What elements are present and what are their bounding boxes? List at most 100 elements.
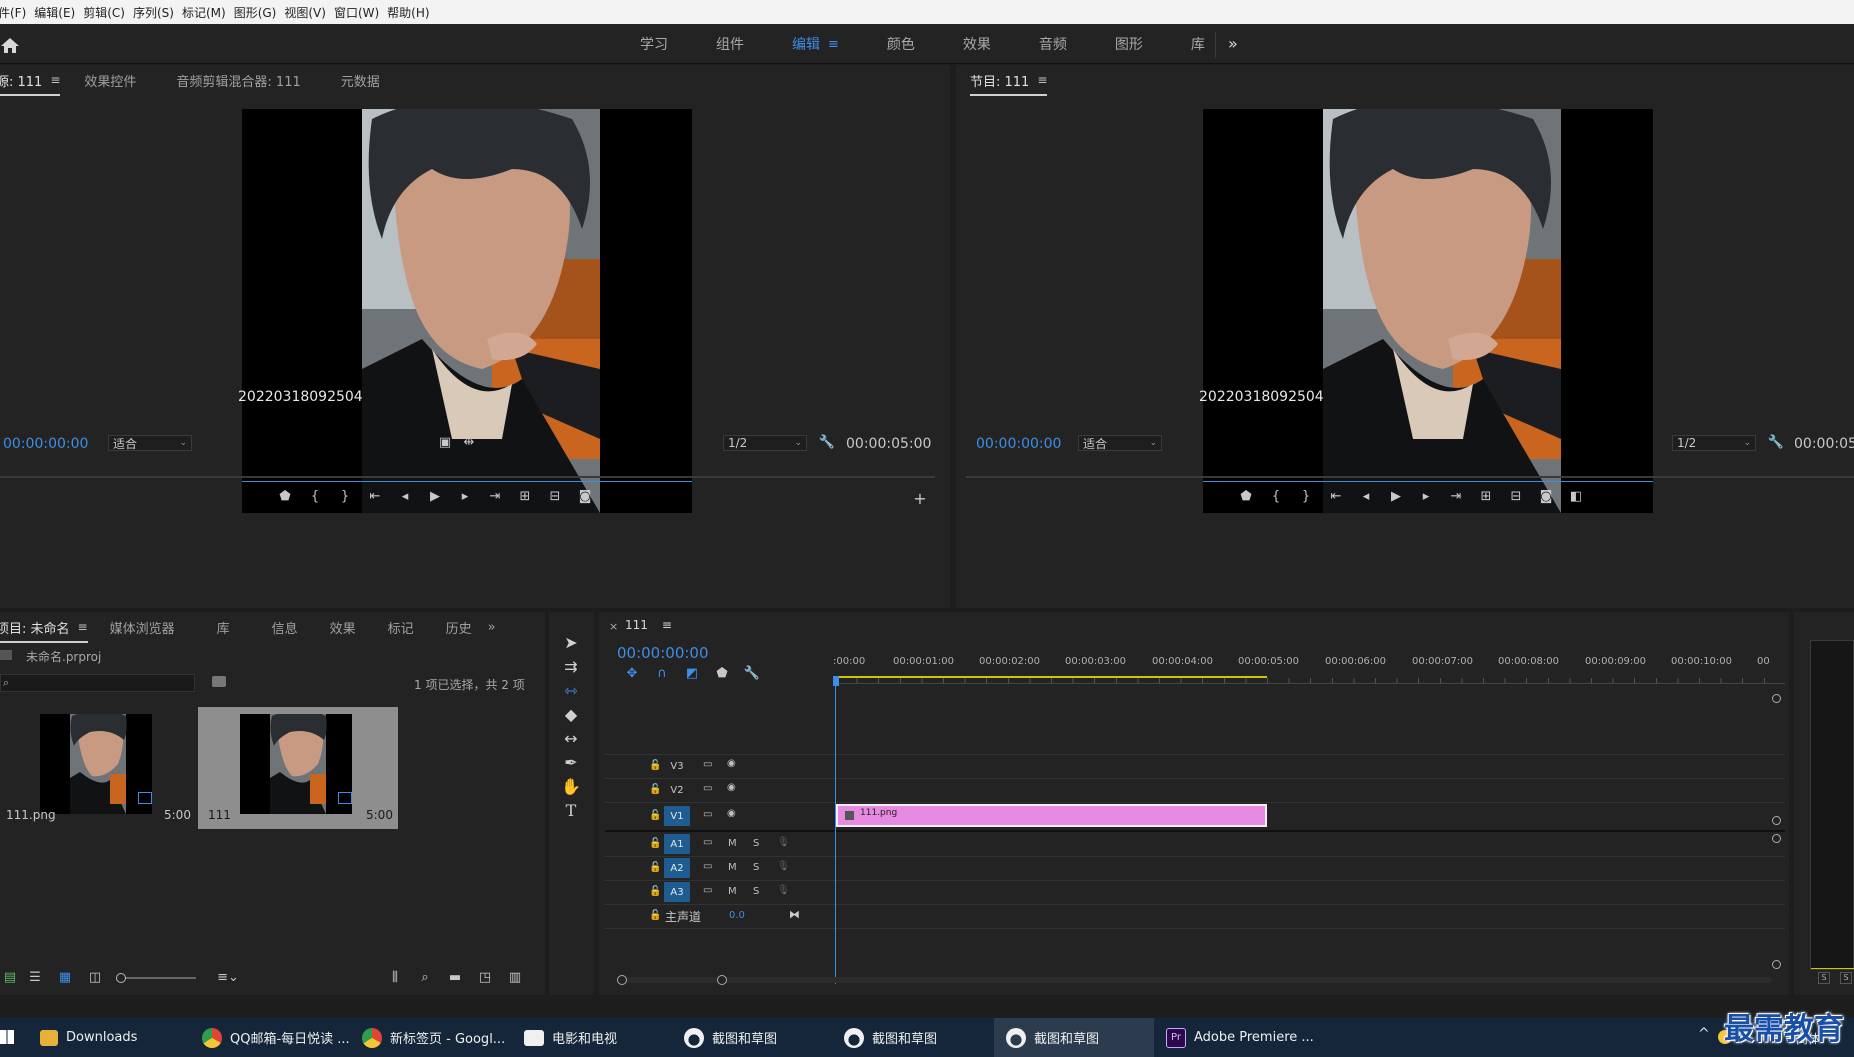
lock-icon[interactable]: ▤ bbox=[0, 970, 20, 985]
workspace-color[interactable]: 颜色 bbox=[887, 34, 915, 54]
hamburger-icon[interactable]: ≡ bbox=[50, 73, 60, 87]
scrollbar-handle[interactable] bbox=[1772, 960, 1781, 969]
sync-lock-icon[interactable]: ▭ bbox=[703, 837, 712, 848]
go-to-out-icon[interactable]: ⇥ bbox=[480, 489, 510, 504]
hamburger-icon[interactable]: ≡ bbox=[828, 37, 839, 52]
taskbar-item-chrome-newtab[interactable]: 新标签页 - Googl... bbox=[362, 1018, 512, 1057]
find-icon[interactable]: ⌕ bbox=[410, 970, 440, 985]
search-input[interactable]: ⌕ bbox=[0, 674, 195, 692]
tab-project[interactable]: 项目: 未命名 ≡ bbox=[0, 618, 88, 643]
wrench-icon[interactable]: 🔧 bbox=[737, 666, 767, 681]
track-select-tool-icon[interactable]: ⇉ bbox=[560, 656, 582, 678]
workspace-assembly[interactable]: 组件 bbox=[716, 34, 744, 54]
new-item-icon[interactable]: ◳ bbox=[470, 970, 500, 985]
menu-window[interactable]: 窗口(W) bbox=[334, 4, 387, 21]
program-video-frame[interactable]: 20220318092504 bbox=[1199, 109, 1653, 513]
pen-tool-icon[interactable]: ✒ bbox=[560, 752, 582, 774]
selection-tool-icon[interactable]: ➤ bbox=[560, 632, 582, 654]
source-video-frame[interactable]: 20220318092504 bbox=[238, 109, 692, 513]
mark-out-icon[interactable]: } bbox=[1291, 489, 1321, 504]
extract-icon[interactable]: ⊟ bbox=[1501, 489, 1531, 504]
scrollbar-handle[interactable] bbox=[1772, 694, 1781, 703]
scrollbar-handle[interactable] bbox=[1772, 834, 1781, 843]
tab-audio-clip-mixer[interactable]: 音频剪辑混合器: 111 bbox=[176, 71, 300, 90]
razor-tool-icon[interactable]: ◆ bbox=[560, 704, 582, 726]
taskbar-item-chrome-qqmail[interactable]: QQ邮箱-每日悦读 ... bbox=[202, 1018, 352, 1057]
snap-icon[interactable]: ∩ bbox=[647, 666, 677, 681]
sort-icon[interactable]: ≡⌄ bbox=[210, 970, 246, 985]
sync-lock-icon[interactable]: ▭ bbox=[703, 809, 712, 820]
mark-out-icon[interactable]: } bbox=[330, 489, 360, 504]
go-to-in-icon[interactable]: ⇤ bbox=[360, 489, 390, 504]
step-forward-icon[interactable]: ▸ bbox=[1411, 489, 1441, 504]
linked-selection-icon[interactable]: ◩ bbox=[677, 666, 707, 681]
menu-clip[interactable]: 剪辑(C) bbox=[83, 4, 133, 21]
workspace-audio[interactable]: 音频 bbox=[1039, 34, 1067, 54]
menu-graphics[interactable]: 图形(G) bbox=[234, 4, 285, 21]
tab-effect-controls[interactable]: 效果控件 bbox=[84, 71, 136, 90]
step-back-icon[interactable]: ◂ bbox=[390, 489, 420, 504]
lock-icon[interactable]: 🔓 bbox=[649, 760, 661, 771]
tab-effects[interactable]: 效果 bbox=[330, 618, 356, 637]
tab-libraries[interactable]: 库 bbox=[217, 618, 230, 637]
source-fit-dropdown[interactable]: 适合 ⌄ bbox=[108, 435, 192, 451]
microphone-icon[interactable]: 🎙 bbox=[777, 885, 790, 896]
tab-media-browser[interactable]: 媒体浏览器 bbox=[110, 618, 175, 637]
track-target[interactable]: A1 bbox=[664, 834, 690, 854]
menu-view[interactable]: 视图(V) bbox=[284, 4, 334, 21]
menu-markers[interactable]: 标记(M) bbox=[182, 4, 234, 21]
slider-knob[interactable] bbox=[116, 972, 126, 983]
wrench-icon[interactable]: 🔧 bbox=[812, 435, 842, 450]
menu-help[interactable]: 帮助(H) bbox=[387, 4, 437, 21]
hamburger-icon[interactable]: ≡ bbox=[1037, 73, 1047, 87]
add-marker-icon[interactable]: ⬟ bbox=[270, 489, 300, 504]
insert-clip-icon[interactable]: ⊞ bbox=[510, 489, 540, 504]
show-hidden-icons-icon[interactable]: ^ bbox=[1698, 1026, 1710, 1042]
solo-button[interactable]: S bbox=[753, 838, 759, 849]
zoom-slider[interactable] bbox=[116, 972, 196, 983]
type-tool-icon[interactable]: T bbox=[560, 800, 582, 822]
project-item[interactable]: 111 5:00 bbox=[198, 707, 398, 829]
solo-button[interactable]: S bbox=[753, 886, 759, 897]
eye-icon[interactable]: ◉ bbox=[727, 808, 736, 819]
sync-lock-icon[interactable]: ▭ bbox=[703, 885, 712, 896]
camera-icon[interactable]: ◙ bbox=[570, 489, 600, 504]
comparison-view-icon[interactable]: ◧ bbox=[1561, 489, 1591, 504]
solo-button[interactable]: S bbox=[1818, 972, 1830, 984]
list-view-icon[interactable]: ☰ bbox=[20, 970, 50, 985]
new-bin-icon[interactable]: ▬ bbox=[440, 970, 470, 985]
windows-start-icon[interactable] bbox=[0, 1030, 14, 1044]
automate-to-sequence-icon[interactable]: ⫼ bbox=[380, 970, 410, 985]
mark-in-icon[interactable]: { bbox=[1261, 489, 1291, 504]
tab-markers[interactable]: 标记 bbox=[388, 618, 414, 637]
workspace-graphics[interactable]: 图形 bbox=[1115, 34, 1143, 54]
hamburger-icon[interactable]: ≡ bbox=[78, 620, 88, 634]
tab-source[interactable]: 源: 111 ≡ bbox=[0, 71, 61, 96]
taskbar-item-movies-tv[interactable]: 电影和电视 bbox=[524, 1018, 674, 1057]
tab-metadata[interactable]: 元数据 bbox=[341, 71, 380, 90]
track-target[interactable]: A2 bbox=[664, 858, 690, 878]
double-chevron-right-icon[interactable]: » bbox=[488, 620, 496, 635]
lock-icon[interactable]: 🔓 bbox=[649, 784, 661, 795]
wrench-icon[interactable]: 🔧 bbox=[1761, 435, 1791, 450]
program-time-ruler[interactable] bbox=[966, 476, 1854, 478]
lock-icon[interactable]: 🔓 bbox=[649, 810, 661, 821]
scrollbar-handle[interactable] bbox=[717, 975, 727, 985]
workspace-effects[interactable]: 效果 bbox=[963, 34, 991, 54]
program-resolution-dropdown[interactable]: 1/2 ⌄ bbox=[1672, 435, 1756, 451]
source-time-ruler[interactable] bbox=[0, 476, 935, 478]
step-back-icon[interactable]: ◂ bbox=[1351, 489, 1381, 504]
go-to-next-icon[interactable]: ⧓ bbox=[789, 908, 800, 921]
go-to-in-icon[interactable]: ⇤ bbox=[1321, 489, 1351, 504]
microphone-icon[interactable]: 🎙 bbox=[777, 861, 790, 872]
lock-icon[interactable]: 🔓 bbox=[649, 862, 661, 873]
menu-edit[interactable]: 编辑(E) bbox=[34, 4, 83, 21]
scrollbar-handle[interactable] bbox=[617, 975, 627, 985]
overwrite-icon[interactable]: ⊟ bbox=[540, 489, 570, 504]
taskbar-item-downloads[interactable]: Downloads bbox=[40, 1018, 190, 1057]
project-item[interactable]: 111.png 5:00 bbox=[0, 707, 197, 829]
workspace-learn[interactable]: 学习 bbox=[640, 34, 668, 54]
taskbar-item-snip-sketch-1[interactable]: 截图和草图 bbox=[684, 1018, 834, 1057]
hand-tool-icon[interactable]: ✋ bbox=[560, 776, 582, 798]
track-target[interactable]: A3 bbox=[664, 882, 690, 902]
